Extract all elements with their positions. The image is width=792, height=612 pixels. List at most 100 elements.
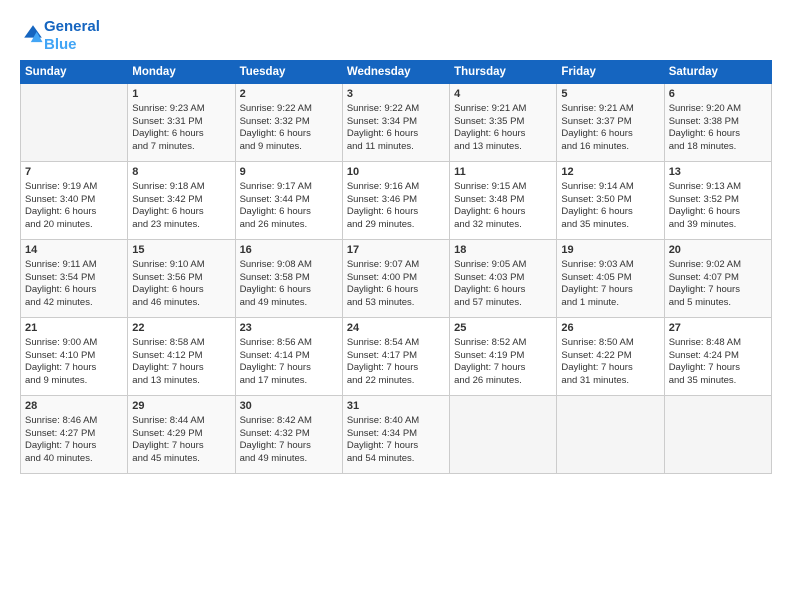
day-number: 3	[347, 87, 445, 102]
cell-info-line: and 13 minutes.	[454, 141, 552, 154]
day-number: 12	[561, 165, 659, 180]
cell-info-line: and 26 minutes.	[240, 219, 338, 232]
cell-info-line: Sunset: 4:00 PM	[347, 272, 445, 285]
cell-content: 27Sunrise: 8:48 AMSunset: 4:24 PMDayligh…	[669, 321, 767, 388]
day-header-thursday: Thursday	[450, 61, 557, 84]
cell-content: 3Sunrise: 9:22 AMSunset: 3:34 PMDaylight…	[347, 87, 445, 154]
cell-info-line: Daylight: 7 hours	[347, 362, 445, 375]
calendar-week-5: 28Sunrise: 8:46 AMSunset: 4:27 PMDayligh…	[21, 396, 772, 474]
calendar-cell: 10Sunrise: 9:16 AMSunset: 3:46 PMDayligh…	[342, 162, 449, 240]
day-number: 24	[347, 321, 445, 336]
cell-info-line: Sunrise: 9:22 AM	[347, 103, 445, 116]
calendar-cell: 25Sunrise: 8:52 AMSunset: 4:19 PMDayligh…	[450, 318, 557, 396]
day-number: 21	[25, 321, 123, 336]
day-number: 6	[669, 87, 767, 102]
cell-info-line: Sunset: 4:05 PM	[561, 272, 659, 285]
cell-info-line: and 1 minute.	[561, 297, 659, 310]
cell-info-line: Sunrise: 9:14 AM	[561, 181, 659, 194]
calendar-cell: 30Sunrise: 8:42 AMSunset: 4:32 PMDayligh…	[235, 396, 342, 474]
cell-info-line: Daylight: 6 hours	[454, 206, 552, 219]
cell-info-line: Daylight: 7 hours	[669, 284, 767, 297]
cell-info-line: and 49 minutes.	[240, 297, 338, 310]
calendar-cell: 24Sunrise: 8:54 AMSunset: 4:17 PMDayligh…	[342, 318, 449, 396]
cell-info-line: Sunset: 4:17 PM	[347, 350, 445, 363]
cell-info-line: and 42 minutes.	[25, 297, 123, 310]
cell-info-line: Sunrise: 9:21 AM	[561, 103, 659, 116]
calendar-cell: 11Sunrise: 9:15 AMSunset: 3:48 PMDayligh…	[450, 162, 557, 240]
cell-info-line: Sunrise: 8:56 AM	[240, 337, 338, 350]
cell-info-line: Sunset: 4:07 PM	[669, 272, 767, 285]
cell-info-line: Daylight: 6 hours	[240, 206, 338, 219]
cell-info-line: Sunset: 4:29 PM	[132, 428, 230, 441]
cell-info-line: Daylight: 6 hours	[454, 284, 552, 297]
calendar-cell: 23Sunrise: 8:56 AMSunset: 4:14 PMDayligh…	[235, 318, 342, 396]
day-number: 26	[561, 321, 659, 336]
calendar-week-3: 14Sunrise: 9:11 AMSunset: 3:54 PMDayligh…	[21, 240, 772, 318]
day-number: 20	[669, 243, 767, 258]
cell-info-line: and 17 minutes.	[240, 375, 338, 388]
cell-content: 21Sunrise: 9:00 AMSunset: 4:10 PMDayligh…	[25, 321, 123, 388]
logo: GeneralBlue	[20, 18, 100, 54]
calendar-header-row: SundayMondayTuesdayWednesdayThursdayFrid…	[21, 61, 772, 84]
cell-info-line: Daylight: 7 hours	[240, 440, 338, 453]
calendar-cell: 12Sunrise: 9:14 AMSunset: 3:50 PMDayligh…	[557, 162, 664, 240]
cell-content: 10Sunrise: 9:16 AMSunset: 3:46 PMDayligh…	[347, 165, 445, 232]
calendar-cell: 31Sunrise: 8:40 AMSunset: 4:34 PMDayligh…	[342, 396, 449, 474]
cell-info-line: Sunrise: 9:18 AM	[132, 181, 230, 194]
cell-info-line: and 49 minutes.	[240, 453, 338, 466]
calendar-cell: 4Sunrise: 9:21 AMSunset: 3:35 PMDaylight…	[450, 84, 557, 162]
cell-content: 5Sunrise: 9:21 AMSunset: 3:37 PMDaylight…	[561, 87, 659, 154]
cell-content: 18Sunrise: 9:05 AMSunset: 4:03 PMDayligh…	[454, 243, 552, 310]
cell-info-line: Sunrise: 9:20 AM	[669, 103, 767, 116]
cell-info-line: Daylight: 6 hours	[240, 128, 338, 141]
cell-content: 19Sunrise: 9:03 AMSunset: 4:05 PMDayligh…	[561, 243, 659, 310]
cell-info-line: Sunrise: 8:40 AM	[347, 415, 445, 428]
cell-info-line: Sunset: 4:22 PM	[561, 350, 659, 363]
cell-info-line: Sunset: 3:56 PM	[132, 272, 230, 285]
cell-info-line: Sunset: 4:10 PM	[25, 350, 123, 363]
cell-content: 22Sunrise: 8:58 AMSunset: 4:12 PMDayligh…	[132, 321, 230, 388]
cell-info-line: and 11 minutes.	[347, 141, 445, 154]
calendar-cell: 2Sunrise: 9:22 AMSunset: 3:32 PMDaylight…	[235, 84, 342, 162]
cell-content: 4Sunrise: 9:21 AMSunset: 3:35 PMDaylight…	[454, 87, 552, 154]
calendar-cell: 9Sunrise: 9:17 AMSunset: 3:44 PMDaylight…	[235, 162, 342, 240]
cell-info-line: Sunset: 3:34 PM	[347, 116, 445, 129]
cell-info-line: Sunrise: 9:21 AM	[454, 103, 552, 116]
cell-info-line: Sunset: 3:52 PM	[669, 194, 767, 207]
cell-info-line: and 45 minutes.	[132, 453, 230, 466]
cell-info-line: Sunrise: 9:19 AM	[25, 181, 123, 194]
cell-info-line: Sunrise: 9:07 AM	[347, 259, 445, 272]
day-number: 28	[25, 399, 123, 414]
cell-info-line: and 35 minutes.	[561, 219, 659, 232]
cell-info-line: Daylight: 6 hours	[561, 128, 659, 141]
calendar-cell: 13Sunrise: 9:13 AMSunset: 3:52 PMDayligh…	[664, 162, 771, 240]
calendar-cell: 19Sunrise: 9:03 AMSunset: 4:05 PMDayligh…	[557, 240, 664, 318]
cell-info-line: Sunrise: 8:44 AM	[132, 415, 230, 428]
header: GeneralBlue	[20, 18, 772, 54]
calendar-body: 1Sunrise: 9:23 AMSunset: 3:31 PMDaylight…	[21, 84, 772, 474]
cell-info-line: and 22 minutes.	[347, 375, 445, 388]
cell-content: 7Sunrise: 9:19 AMSunset: 3:40 PMDaylight…	[25, 165, 123, 232]
cell-info-line: and 29 minutes.	[347, 219, 445, 232]
cell-info-line: Daylight: 6 hours	[25, 284, 123, 297]
cell-info-line: Sunset: 3:44 PM	[240, 194, 338, 207]
cell-info-line: Sunset: 4:14 PM	[240, 350, 338, 363]
cell-info-line: Sunset: 3:38 PM	[669, 116, 767, 129]
cell-content: 17Sunrise: 9:07 AMSunset: 4:00 PMDayligh…	[347, 243, 445, 310]
cell-info-line: and 13 minutes.	[132, 375, 230, 388]
cell-info-line: and 26 minutes.	[454, 375, 552, 388]
day-number: 16	[240, 243, 338, 258]
cell-content: 26Sunrise: 8:50 AMSunset: 4:22 PMDayligh…	[561, 321, 659, 388]
cell-info-line: and 39 minutes.	[669, 219, 767, 232]
cell-info-line: Sunset: 3:58 PM	[240, 272, 338, 285]
day-header-monday: Monday	[128, 61, 235, 84]
day-header-wednesday: Wednesday	[342, 61, 449, 84]
cell-content: 25Sunrise: 8:52 AMSunset: 4:19 PMDayligh…	[454, 321, 552, 388]
cell-info-line: Daylight: 7 hours	[669, 362, 767, 375]
cell-info-line: Daylight: 6 hours	[347, 128, 445, 141]
cell-info-line: Sunset: 4:19 PM	[454, 350, 552, 363]
cell-info-line: Sunset: 4:34 PM	[347, 428, 445, 441]
cell-info-line: and 9 minutes.	[240, 141, 338, 154]
cell-content: 31Sunrise: 8:40 AMSunset: 4:34 PMDayligh…	[347, 399, 445, 466]
cell-content: 24Sunrise: 8:54 AMSunset: 4:17 PMDayligh…	[347, 321, 445, 388]
